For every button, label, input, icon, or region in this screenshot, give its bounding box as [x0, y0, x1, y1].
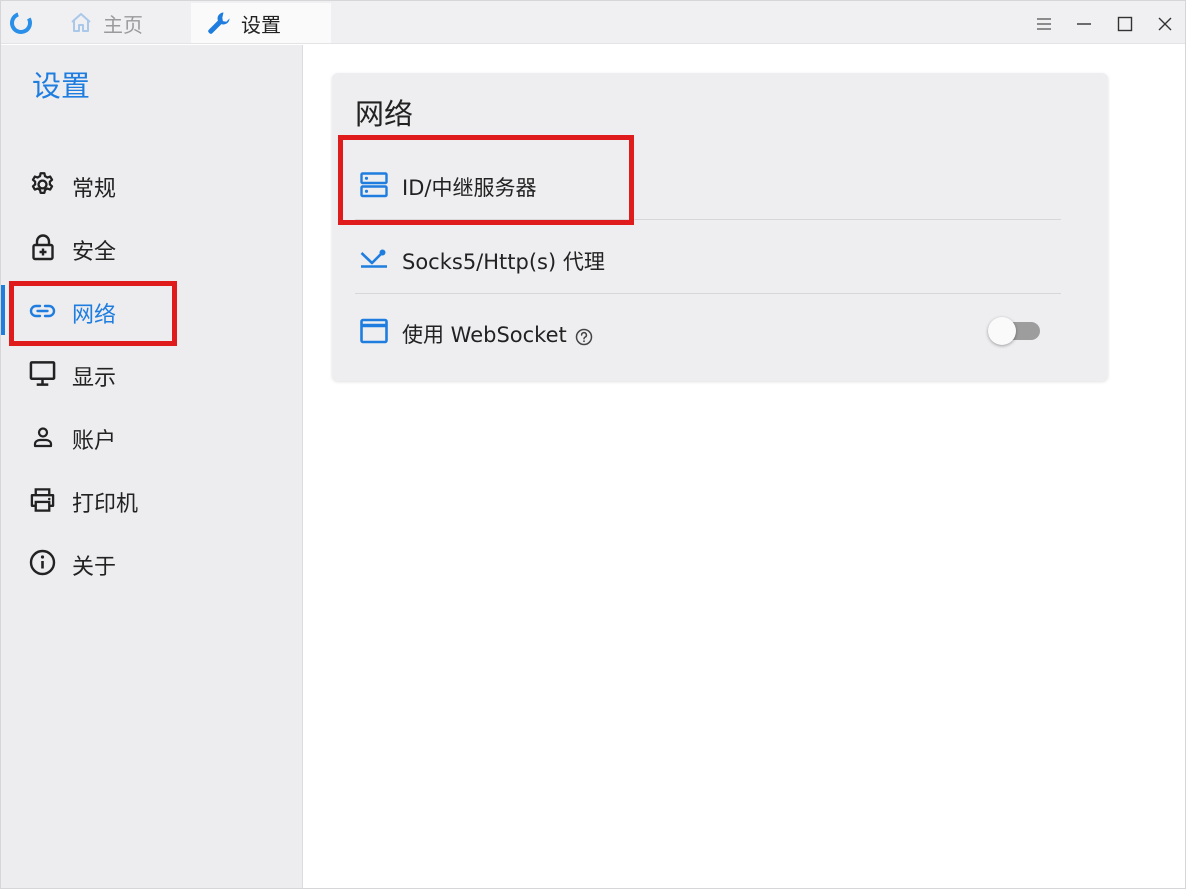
toggle-knob [988, 317, 1016, 345]
sidebar-item-label: 账户 [72, 429, 117, 454]
row-label: 使用 WebSocket [402, 319, 593, 349]
title-bar: 主页 设置 [1, 1, 1185, 44]
menu-icon [1037, 18, 1051, 30]
window-minimize-button[interactable] [1069, 9, 1099, 39]
gear-icon [29, 171, 56, 198]
sidebar-item-display[interactable]: 显示 [1, 348, 303, 398]
websocket-row[interactable]: 使用 WebSocket [356, 294, 1062, 368]
settings-sidebar: 设置 常规 安全 网络 显示 账户 打印机 关于 [1, 45, 303, 888]
sidebar-item-label: 关于 [72, 555, 117, 580]
network-settings-card: 网络 ID/中继服务器 Socks5/Http(s) 代理 使用 WebSock… [332, 73, 1108, 381]
sidebar-item-account[interactable]: 账户 [1, 411, 303, 461]
wrench-icon [205, 9, 233, 37]
window-menu-button[interactable] [1029, 9, 1059, 39]
monitor-icon [29, 360, 56, 387]
sidebar-title: 设置 [32, 69, 91, 103]
websocket-toggle[interactable] [988, 317, 1042, 345]
sidebar-item-printer[interactable]: 打印机 [1, 474, 303, 524]
websocket-label: 使用 WebSocket [402, 323, 567, 347]
card-title: 网络 [355, 97, 414, 131]
maximize-icon [1117, 16, 1133, 32]
sidebar-item-label: 常规 [72, 177, 117, 202]
row-label: Socks5/Http(s) 代理 [402, 250, 605, 274]
help-circle-icon[interactable] [575, 327, 593, 346]
window-icon [360, 318, 388, 346]
sidebar-item-label: 安全 [72, 240, 117, 265]
app-logo-icon [8, 10, 34, 36]
tab-settings[interactable]: 设置 [191, 3, 331, 43]
highlight-box-id-relay-server [338, 135, 634, 225]
proxy-icon [360, 245, 388, 273]
highlight-box-network-nav [9, 281, 177, 346]
window-maximize-button[interactable] [1110, 9, 1140, 39]
sidebar-item-general[interactable]: 常规 [1, 159, 303, 209]
app-window: 主页 设置 设置 常规 安全 网络 显示 账户 打印机 关于 网络 ID/中继服… [0, 0, 1186, 889]
socks5-proxy-row[interactable]: Socks5/Http(s) 代理 [356, 221, 1062, 295]
window-close-button[interactable] [1150, 9, 1180, 39]
sidebar-item-label: 显示 [72, 366, 117, 391]
close-icon [1158, 17, 1172, 31]
minimize-icon [1077, 23, 1091, 25]
tab-home[interactable]: 主页 [61, 3, 187, 43]
info-icon [29, 549, 56, 576]
home-icon [67, 9, 95, 37]
printer-icon [29, 486, 56, 513]
sidebar-item-label: 打印机 [72, 492, 139, 517]
tab-settings-label: 设置 [241, 12, 281, 37]
lock-icon [29, 234, 56, 261]
sidebar-item-about[interactable]: 关于 [1, 537, 303, 587]
sidebar-item-security[interactable]: 安全 [1, 222, 303, 272]
person-icon [29, 423, 56, 450]
tab-home-label: 主页 [103, 12, 143, 37]
